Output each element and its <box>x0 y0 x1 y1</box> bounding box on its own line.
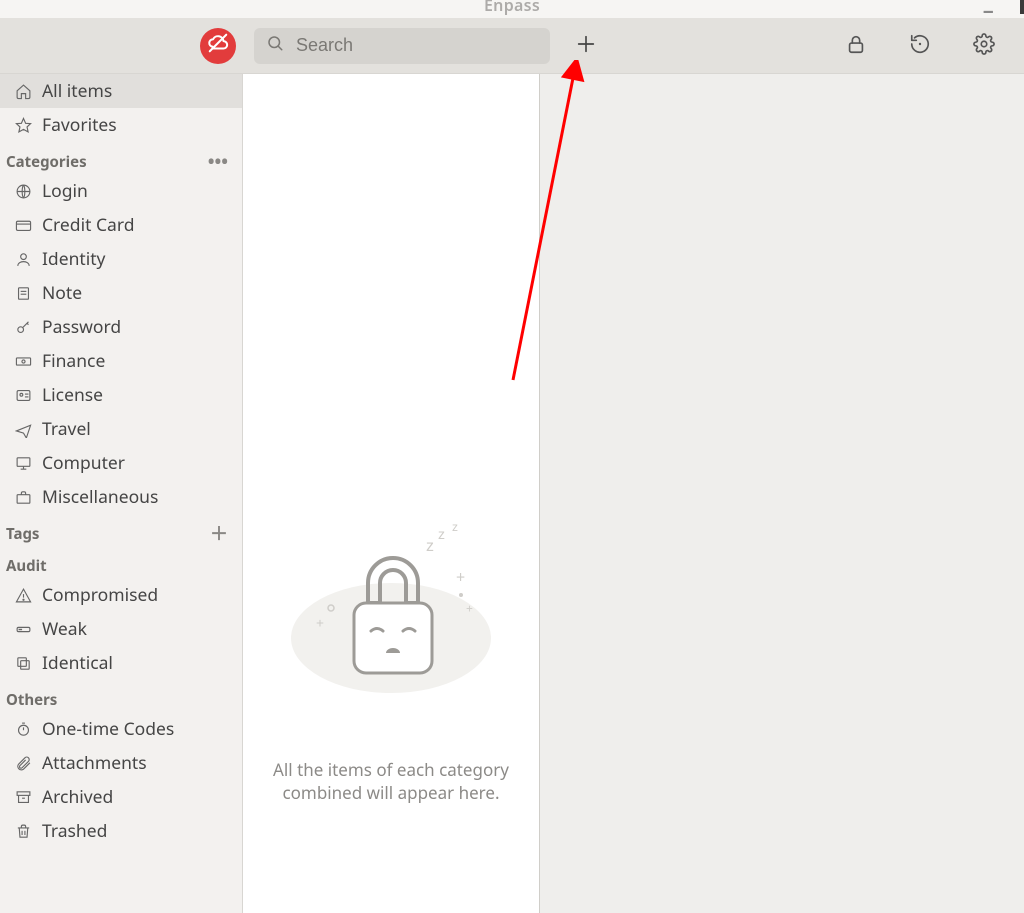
svg-text:+: + <box>316 614 324 633</box>
window-titlebar: Enpass – <box>0 0 1024 18</box>
sidebar-item-label: Password <box>42 315 121 339</box>
sidebar-item-license[interactable]: License <box>0 378 242 412</box>
sidebar-item-label: Login <box>42 179 88 203</box>
sidebar-item-compromised[interactable]: Compromised <box>0 578 242 612</box>
sidebar-item-label: Credit Card <box>42 213 134 237</box>
lock-vault-button[interactable] <box>838 28 874 64</box>
window-title: Enpass <box>484 0 540 16</box>
sidebar-item-label: All items <box>42 79 112 103</box>
settings-button[interactable] <box>966 28 1002 64</box>
sidebar-item-finance[interactable]: Finance <box>0 344 242 378</box>
sidebar-item-miscellaneous[interactable]: Miscellaneous <box>0 480 242 514</box>
categories-more-button[interactable]: ••• <box>208 153 228 171</box>
sidebar-item-label: Travel <box>42 417 91 441</box>
sidebar-item-computer[interactable]: Computer <box>0 446 242 480</box>
sidebar-item-weak[interactable]: Weak <box>0 612 242 646</box>
svg-text:+: + <box>466 600 473 617</box>
cloud-sync-disabled-badge[interactable] <box>200 28 236 64</box>
window-edge <box>1020 0 1024 14</box>
svg-text:z: z <box>438 526 445 542</box>
sidebar-item-label: License <box>42 383 103 407</box>
plus-icon <box>575 33 597 58</box>
sidebar-item-label: Identical <box>42 651 113 675</box>
search-field[interactable] <box>254 28 550 64</box>
search-icon <box>266 34 284 57</box>
add-tag-button[interactable]: ＋ <box>210 525 228 543</box>
person-icon <box>14 250 32 268</box>
note-icon <box>14 284 32 302</box>
cash-icon <box>14 352 32 370</box>
archive-icon <box>14 788 32 806</box>
sidebar-item-label: Computer <box>42 451 125 475</box>
sidebar-item-label: Favorites <box>42 113 117 137</box>
duplicate-icon <box>14 654 32 672</box>
sidebar-section-tags: Tags ＋ <box>0 518 242 546</box>
sidebar-item-login[interactable]: Login <box>0 174 242 208</box>
empty-state-text: All the items of each category combined … <box>263 759 519 805</box>
sidebar-item-label: Archived <box>42 785 113 809</box>
sidebar-section-audit: Audit <box>0 550 242 578</box>
refresh-icon <box>909 33 931 58</box>
sync-now-button[interactable] <box>902 28 938 64</box>
sidebar-section-others: Others <box>0 684 242 712</box>
stopwatch-icon <box>14 720 32 738</box>
star-icon <box>14 116 32 134</box>
briefcase-icon <box>14 488 32 506</box>
paperclip-icon <box>14 754 32 772</box>
empty-state-illustration: z z z + + + <box>263 523 519 703</box>
plane-icon <box>14 420 32 438</box>
home-icon <box>14 82 32 100</box>
sidebar-item-all-items[interactable]: All items <box>0 74 242 108</box>
sidebar-item-password[interactable]: Password <box>0 310 242 344</box>
sidebar-item-archived[interactable]: Archived <box>0 780 242 814</box>
sidebar: All items Favorites Categories ••• Login… <box>0 74 243 913</box>
sidebar-section-categories: Categories ••• <box>0 146 242 174</box>
key-icon <box>14 318 32 336</box>
globe-icon <box>14 182 32 200</box>
id-card-icon <box>14 386 32 404</box>
ellipsis-icon: ••• <box>208 150 228 174</box>
plus-icon: ＋ <box>210 522 228 546</box>
add-item-button[interactable] <box>568 28 604 64</box>
sidebar-item-label: Note <box>42 281 82 305</box>
gear-icon <box>973 33 995 58</box>
search-input[interactable] <box>294 34 538 57</box>
sidebar-item-label: Weak <box>42 617 87 641</box>
window-minimize-button[interactable]: – <box>983 0 994 21</box>
lock-icon <box>845 33 867 58</box>
sidebar-item-label: One-time Codes <box>42 717 174 741</box>
section-title: Tags <box>6 524 39 544</box>
svg-text:z: z <box>452 523 458 534</box>
sidebar-item-one-time-codes[interactable]: One-time Codes <box>0 712 242 746</box>
item-detail-column <box>540 74 1024 913</box>
svg-text:z: z <box>426 538 434 555</box>
sidebar-item-travel[interactable]: Travel <box>0 412 242 446</box>
sidebar-item-label: Identity <box>42 247 105 271</box>
sidebar-item-identical[interactable]: Identical <box>0 646 242 680</box>
gauge-icon <box>14 620 32 638</box>
sidebar-item-label: Finance <box>42 349 105 373</box>
section-title: Categories <box>6 152 87 172</box>
sidebar-item-label: Trashed <box>42 819 107 843</box>
trash-icon <box>14 822 32 840</box>
sidebar-item-favorites[interactable]: Favorites <box>0 108 242 142</box>
sidebar-item-label: Compromised <box>42 583 158 607</box>
cloud-off-icon <box>207 32 229 59</box>
sidebar-item-label: Miscellaneous <box>42 485 158 509</box>
section-title: Audit <box>6 556 47 576</box>
credit-card-icon <box>14 216 32 234</box>
monitor-icon <box>14 454 32 472</box>
sidebar-item-trashed[interactable]: Trashed <box>0 814 242 848</box>
sidebar-item-credit-card[interactable]: Credit Card <box>0 208 242 242</box>
sidebar-item-label: Attachments <box>42 751 147 775</box>
sidebar-item-note[interactable]: Note <box>0 276 242 310</box>
warning-icon <box>14 586 32 604</box>
item-list-column: z z z + + + All the <box>243 74 540 913</box>
svg-text:+: + <box>456 566 465 588</box>
section-title: Others <box>6 690 57 710</box>
sidebar-item-identity[interactable]: Identity <box>0 242 242 276</box>
toolbar <box>0 18 1024 74</box>
sidebar-item-attachments[interactable]: Attachments <box>0 746 242 780</box>
